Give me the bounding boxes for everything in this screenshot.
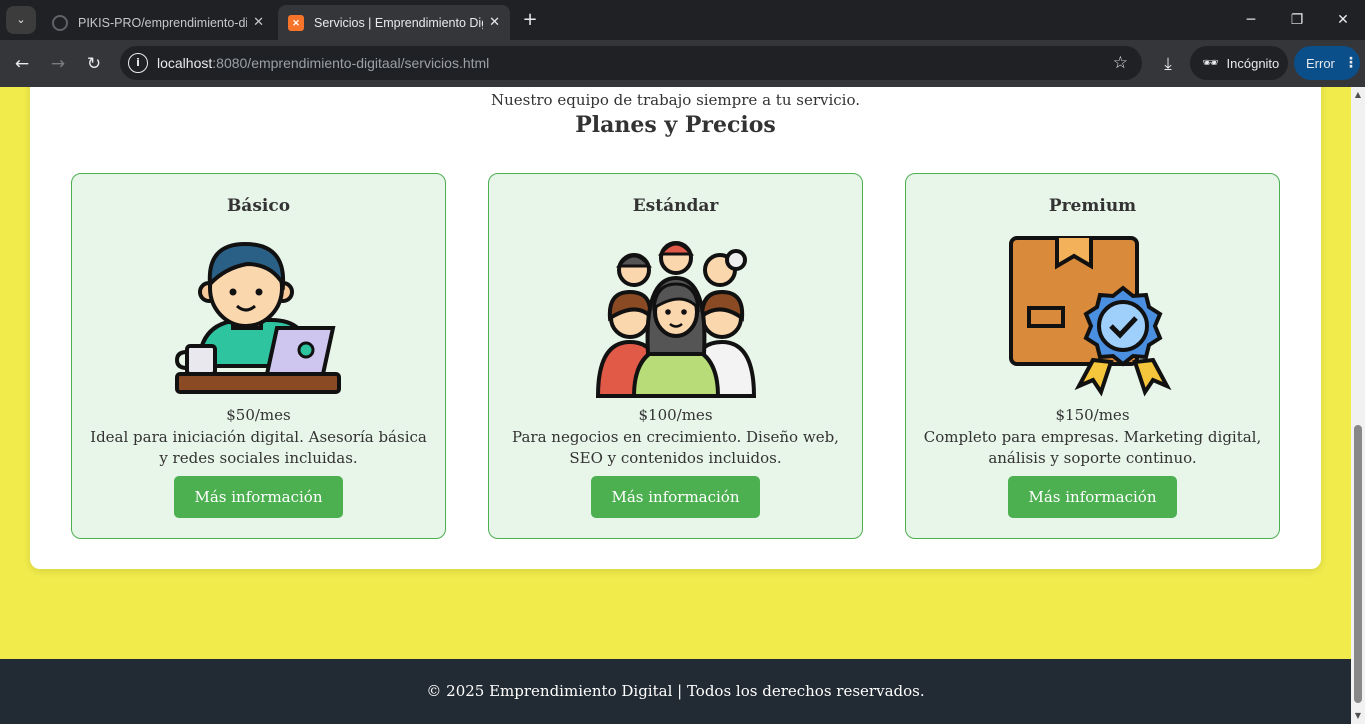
section-title: Planes y Precios: [575, 112, 776, 138]
restore-icon[interactable]: ❐: [1274, 0, 1320, 40]
plan-description: Completo para empresas. Marketing digita…: [923, 428, 1262, 467]
browser-tab[interactable]: PIKIS-PRO/emprendimiento-digital ✕: [42, 5, 274, 40]
more-info-button[interactable]: Más información: [591, 476, 760, 518]
scrollbar-thumb[interactable]: [1354, 425, 1362, 703]
plan-price: $50/mes: [226, 406, 291, 424]
team-group-icon: [595, 241, 757, 398]
download-icon[interactable]: ⤓: [1154, 50, 1182, 78]
close-tab-icon[interactable]: ✕: [489, 15, 500, 30]
close-tab-icon[interactable]: ✕: [253, 15, 264, 30]
address-bar[interactable]: i localhost:8080/emprendimiento-digitaal…: [120, 46, 1142, 80]
tab-title: Servicios | Emprendimiento Digital: [314, 15, 483, 30]
bookmark-star-icon[interactable]: ☆: [1113, 46, 1128, 80]
error-menu-button[interactable]: Error ⋮: [1294, 46, 1360, 80]
more-info-button[interactable]: Más información: [174, 476, 343, 518]
tab-search-button[interactable]: ⌄: [6, 6, 36, 34]
scroll-down-icon[interactable]: ▼: [1351, 708, 1365, 724]
main-container: Nuestro equipo de trabajo siempre a tu s…: [30, 87, 1321, 569]
tab-title: PIKIS-PRO/emprendimiento-digital: [78, 15, 247, 30]
plan-card-basico: Básico $50/mes Ideal para iniciación dig…: [71, 173, 446, 539]
reload-icon[interactable]: ↻: [80, 50, 108, 78]
plan-card-estandar: Estándar $100/mes Para negocios en creci…: [488, 173, 863, 539]
person-laptop-icon: [174, 241, 341, 394]
plan-name: Estándar: [632, 196, 719, 216]
plan-name: Premium: [1048, 196, 1137, 216]
plan-price: $100/mes: [638, 406, 713, 424]
plan-description: Ideal para iniciación digital. Asesoría …: [90, 428, 427, 467]
forward-icon[interactable]: →: [44, 50, 72, 78]
site-info-icon[interactable]: i: [128, 53, 148, 73]
box-badge-icon: [1009, 236, 1172, 397]
page-footer: © 2025 Emprendimiento Digital | Todos lo…: [0, 659, 1351, 724]
back-icon[interactable]: ←: [8, 50, 36, 78]
github-icon: [52, 14, 68, 31]
page-viewport: Nuestro equipo de trabajo siempre a tu s…: [0, 87, 1351, 724]
incognito-icon: 🕶: [1202, 55, 1219, 71]
browser-tab-active[interactable]: ✕ Servicios | Emprendimiento Digital ✕: [278, 5, 510, 40]
new-tab-button[interactable]: +: [518, 8, 542, 32]
browser-tab-strip: ⌄ PIKIS-PRO/emprendimiento-digital ✕ ✕ S…: [0, 0, 1365, 40]
plan-name: Básico: [226, 196, 291, 216]
browser-toolbar: ← → ↻ i localhost:8080/emprendimiento-di…: [0, 40, 1365, 87]
xampp-icon: ✕: [288, 14, 304, 31]
close-window-icon[interactable]: ✕: [1320, 0, 1365, 40]
scroll-up-icon[interactable]: ▲: [1351, 87, 1365, 103]
page-scrollbar[interactable]: ▲ ▼: [1351, 87, 1365, 724]
url-text[interactable]: localhost:8080/emprendimiento-digitaal/s…: [157, 46, 489, 80]
more-vert-icon: ⋮: [1343, 55, 1358, 71]
minimize-icon[interactable]: ─: [1228, 0, 1274, 40]
more-info-button[interactable]: Más información: [1008, 476, 1177, 518]
plan-card-premium: Premium $150/mes Completo para empresas.…: [905, 173, 1280, 539]
chevron-down-icon: ⌄: [16, 13, 26, 26]
incognito-indicator[interactable]: 🕶 Incógnito: [1190, 46, 1288, 80]
plan-price: $150/mes: [1055, 406, 1130, 424]
tagline: Nuestro equipo de trabajo siempre a tu s…: [490, 91, 860, 109]
plan-description: Para negocios en crecimiento. Diseño web…: [512, 428, 839, 467]
